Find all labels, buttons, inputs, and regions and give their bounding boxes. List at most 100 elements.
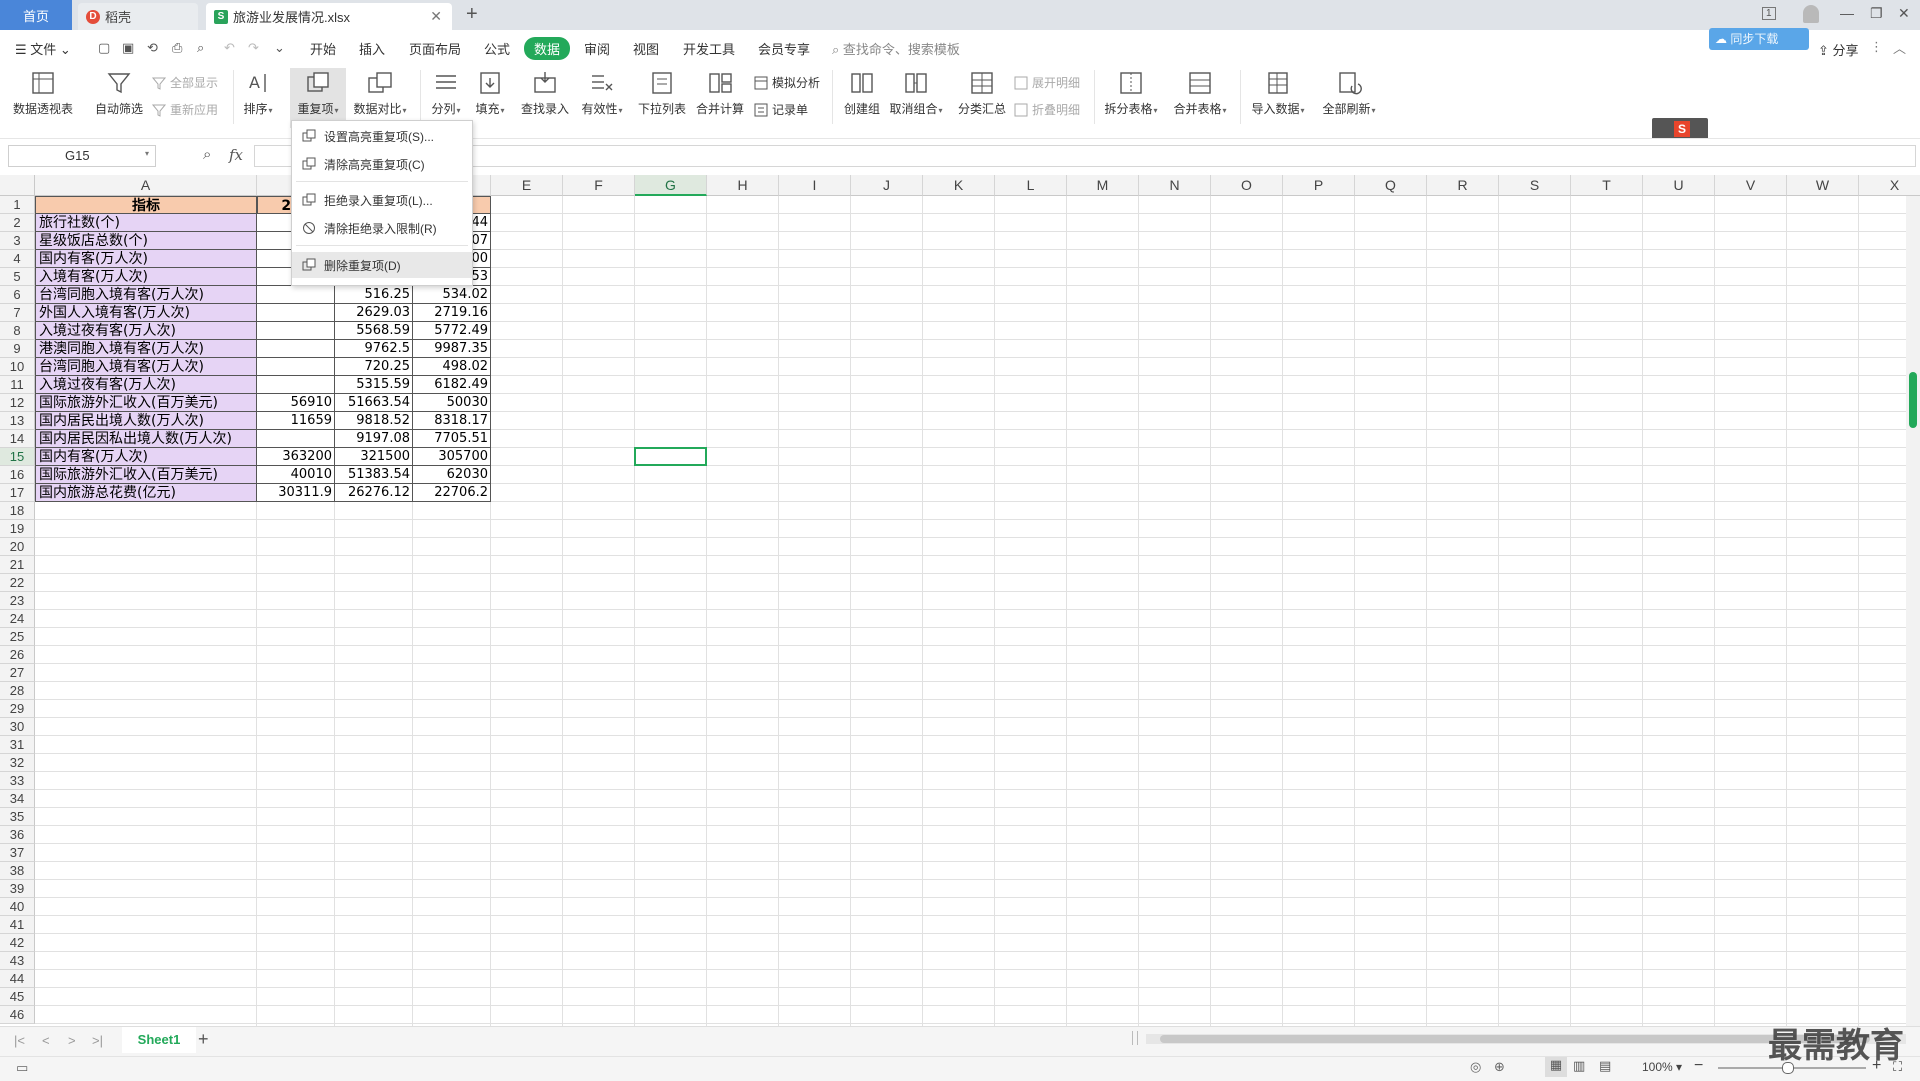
cell-grid[interactable]: 1 2 3 4 5 6 7 8 9 10 11 12 13 14 15 16 17 18 19 20 21 22 23 24 2… [0,196,1906,1026]
compare-button[interactable]: 数据对比▾ [350,70,410,117]
export-icon[interactable]: ⟲ [147,40,158,56]
row-header-35[interactable]: 35 [0,808,35,826]
row-header-6[interactable]: 6 [0,286,35,304]
menu-page-layout[interactable]: 页面布局 [409,39,461,58]
cell-c12[interactable]: 51663.54 [335,394,413,412]
cell-c6[interactable]: 516.25 [335,286,413,304]
first-sheet-icon[interactable]: |< [14,1033,25,1048]
row-header-39[interactable]: 39 [0,880,35,898]
cell-d9[interactable]: 9987.35 [413,340,491,358]
row-header-1[interactable]: 1 [0,196,35,214]
macro-record-icon[interactable]: ▭ [16,1060,28,1076]
column-header-k[interactable]: K [923,175,995,196]
menu-developer[interactable]: 开发工具 [683,39,735,58]
lookup-entry-button[interactable]: 查找录入 [518,70,572,117]
more-options-icon[interactable]: ⋮ [1870,39,1883,55]
cell-c7[interactable]: 2629.03 [335,304,413,322]
cell-a1[interactable]: 指标 [35,196,257,214]
column-header-p[interactable]: P [1283,175,1355,196]
row-header-23[interactable]: 23 [0,592,35,610]
cell-b12[interactable]: 56910 [257,394,335,412]
undo-icon[interactable]: ↶ [224,40,235,56]
name-box-dropdown-icon[interactable]: ▾ [145,149,149,158]
layout-toggle-icon[interactable]: ⊕ [1494,1059,1505,1075]
cell-c17[interactable]: 26276.12 [335,484,413,502]
print-preview-icon[interactable]: ⌕ [197,40,204,56]
vertical-scroll-thumb[interactable] [1909,372,1917,428]
eye-protection-icon[interactable]: ◎ [1470,1059,1481,1075]
row-header-42[interactable]: 42 [0,934,35,952]
row-header-10[interactable]: 10 [0,358,35,376]
consolidate-button[interactable]: 合并计算 [694,70,746,117]
row-header-36[interactable]: 36 [0,826,35,844]
sort-button[interactable]: A 排序▾ [238,70,278,117]
row-header-44[interactable]: 44 [0,970,35,988]
pivot-table-button[interactable]: 数据透视表 [10,70,76,117]
print-icon[interactable]: ⎙ [172,40,182,56]
row-header-40[interactable]: 40 [0,898,35,916]
cell-c13[interactable]: 9818.52 [335,412,413,430]
row-header-34[interactable]: 34 [0,790,35,808]
import-data-button[interactable]: 导入数据▾ [1248,70,1308,117]
cell-d13[interactable]: 8318.17 [413,412,491,430]
row-header-27[interactable]: 27 [0,664,35,682]
ungroup-button[interactable]: 取消组合▾ [888,70,944,117]
cell-d14[interactable]: 7705.51 [413,430,491,448]
sheet-tab-sheet1[interactable]: Sheet1 [122,1027,196,1053]
collapse-detail-button[interactable]: 折叠明细 [1014,101,1080,118]
horizontal-scroll-thumb[interactable] [1160,1035,1870,1043]
cell-b14[interactable] [257,430,335,448]
cell-a11[interactable]: 入境过夜有客(万人次) [35,376,257,394]
reject-duplicates-item[interactable]: 拒绝录入重复项(L)... [292,187,472,213]
redo-icon[interactable]: ↷ [248,40,259,56]
row-header-14[interactable]: 14 [0,430,35,448]
what-if-button[interactable]: 模拟分析 [754,74,820,91]
cell-b10[interactable] [257,358,335,376]
cell-a10[interactable]: 台湾同胞入境有客(万人次) [35,358,257,376]
cell-b8[interactable] [257,322,335,340]
new-tab-button[interactable]: + [466,3,478,26]
menu-start[interactable]: 开始 [310,39,336,58]
zoom-out-button[interactable]: − [1694,1057,1703,1075]
column-header-n[interactable]: N [1139,175,1211,196]
more-icon[interactable]: ⌄ [274,40,285,56]
row-header-13[interactable]: 13 [0,412,35,430]
column-header-s[interactable]: S [1499,175,1571,196]
cell-c15[interactable]: 321500 [335,448,413,466]
cell-a8[interactable]: 入境过夜有客(万人次) [35,322,257,340]
column-header-m[interactable]: M [1067,175,1139,196]
cell-a2[interactable]: 旅行社数(个) [35,214,257,232]
row-header-26[interactable]: 26 [0,646,35,664]
cell-a6[interactable]: 台湾同胞入境有客(万人次) [35,286,257,304]
column-header-v[interactable]: V [1715,175,1787,196]
cell-a7[interactable]: 外国人入境有客(万人次) [35,304,257,322]
menu-data[interactable]: 数据 [524,37,571,60]
save-icon[interactable]: ▣ [122,40,134,56]
zoom-level[interactable]: 100% ▾ [1642,1060,1682,1074]
cell-a14[interactable]: 国内居民因私出境人数(万人次) [35,430,257,448]
zoom-formula-icon[interactable]: ⌕ [203,146,211,163]
column-header-a[interactable]: A [35,175,257,196]
record-form-button[interactable]: 记录单 [754,101,808,118]
insert-function-button[interactable]: fx [229,146,243,164]
close-tab-icon[interactable]: ✕ [430,8,442,25]
cell-b9[interactable] [257,340,335,358]
autofilter-button[interactable]: 自动筛选 [92,70,146,117]
vertical-scrollbar[interactable] [1906,196,1920,1026]
cell-c9[interactable]: 9762.5 [335,340,413,358]
page-indicator[interactable]: 1 [1762,7,1776,20]
split-table-button[interactable]: 拆分表格▾ [1102,70,1160,117]
tab-docer[interactable]: D 稻壳 [78,3,198,30]
cell-b11[interactable] [257,376,335,394]
column-header-u[interactable]: U [1643,175,1715,196]
prev-sheet-icon[interactable]: < [42,1033,50,1048]
dropdown-list-button[interactable]: 下拉列表 [636,70,688,117]
cell-c16[interactable]: 51383.54 [335,466,413,484]
scroll-split-handle[interactable] [1132,1031,1138,1045]
row-header-21[interactable]: 21 [0,556,35,574]
refresh-all-button[interactable]: 全部刷新▾ [1318,70,1380,117]
collapse-ribbon-icon[interactable]: ︿ [1893,38,1906,57]
menu-member[interactable]: 会员专享 [758,39,810,58]
fill-button[interactable]: 填充▾ [472,70,508,117]
row-header-11[interactable]: 11 [0,376,35,394]
